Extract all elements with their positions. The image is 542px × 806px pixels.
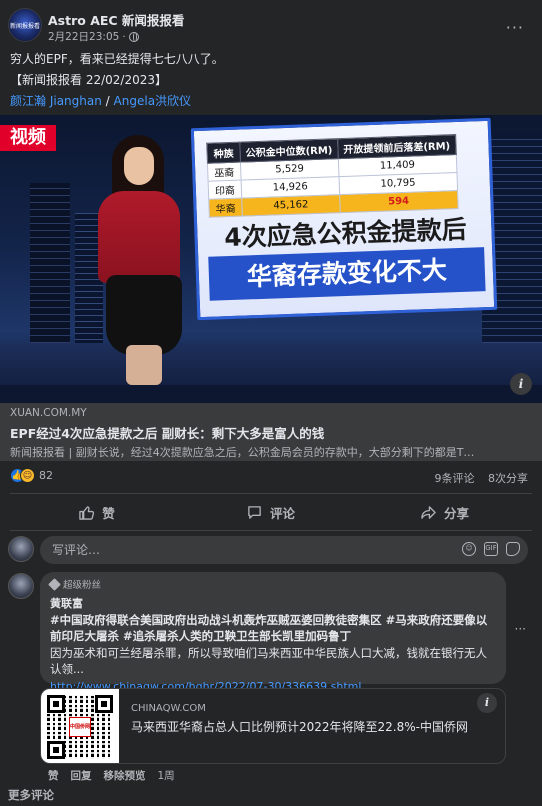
video-badge: 视频 <box>0 125 56 151</box>
tag-separator: / <box>105 94 110 108</box>
comment-input[interactable]: 写评论… <box>40 536 528 564</box>
post-header: 新闻报报看 Astro AEC 新闻报报看 2月22日23:05 · ··· <box>8 8 534 44</box>
page-avatar[interactable]: 新闻报报看 <box>8 8 42 42</box>
share-arrow-icon <box>421 505 436 519</box>
divider <box>10 530 532 531</box>
comment-author[interactable]: 黄联富 <box>50 595 496 611</box>
more-horizontal-icon[interactable]: ··· <box>506 18 524 37</box>
like-label: 赞 <box>102 505 115 521</box>
post-body-line2: 【新闻报报看 22/02/2023】 <box>10 73 167 87</box>
globe-icon <box>128 31 139 42</box>
comment-like-link[interactable]: 赞 <box>48 768 59 783</box>
screen-headline-2: 华裔存款变化不大 <box>208 247 486 301</box>
badge-label: 超级粉丝 <box>63 580 102 591</box>
comment-button[interactable]: 评论 <box>184 497 358 527</box>
link-preview[interactable]: XUAN.COM.MY EPF经过4次应急提款之后 副财长：剩下大多是富人的钱 … <box>0 403 542 461</box>
comment-hashtags[interactable]: #中国政府得联合美国政府出动战斗机轰炸巫贼巫婆回教徒密集区 #马来政府还要像以前… <box>50 613 487 643</box>
comment-more-icon[interactable]: ··· <box>515 622 526 636</box>
page-name[interactable]: Astro AEC 新闻报报看 <box>48 10 184 29</box>
divider <box>10 493 532 494</box>
comment-composer: 写评论… ☺ GIF <box>8 536 528 566</box>
avatar-logo-text: 新闻报报看 <box>9 22 40 30</box>
reaction-count[interactable]: 82 <box>39 469 53 482</box>
thumbs-up-icon <box>79 505 95 520</box>
post-tags: 颜江瀚 Jianghan / Angela洪欣仪 <box>10 91 532 112</box>
table-cell: 巫裔 <box>207 162 242 182</box>
share-button[interactable]: 分享 <box>358 497 532 527</box>
comment-link-preview[interactable]: 中国侨网 CHINAQW.COM 马来西亚华裔占总人口比例预计2022年将降至2… <box>40 688 506 764</box>
table-cell: 印裔 <box>208 180 242 200</box>
post-timestamp[interactable]: 2月22日23:05 <box>48 29 119 44</box>
table-header: 种族 <box>206 142 241 164</box>
video-thumbnail[interactable]: 视频 种族 公积金中位数(RM) 开放提领前后落差(RM) 巫裔 5,529 1… <box>0 115 542 403</box>
user-avatar[interactable] <box>8 536 34 562</box>
news-anchor-figure <box>90 135 200 385</box>
studio-desk <box>0 385 542 403</box>
haha-reaction-icon[interactable]: ☺ <box>20 468 35 483</box>
comment-time[interactable]: 1周 <box>158 768 175 783</box>
top-fan-badge: 超级粉丝 <box>48 577 496 591</box>
facebook-post: 新闻报报看 Astro AEC 新闻报报看 2月22日23:05 · ··· 穷… <box>0 0 542 806</box>
engagement-counts: 9条评论 8次分享 <box>425 470 529 486</box>
link-description: 新闻报报看 | 副财长说，经过4次提款应急之后，公积金局会员的存款中，大部分剩下… <box>10 446 475 459</box>
table-cell: 45,162 <box>241 194 341 217</box>
preview-title[interactable]: 马来西亚华裔占总人口比例预计2022年将降至22.8%-中国侨网 <box>131 719 495 736</box>
epf-table: 种族 公积金中位数(RM) 开放提领前后落差(RM) 巫裔 5,529 11,4… <box>206 134 459 218</box>
qr-logo: 中国侨网 <box>69 717 91 737</box>
table-cell: 华裔 <box>208 198 243 218</box>
studio-screen-graphic: 种族 公积金中位数(RM) 开放提领前后落差(RM) 巫裔 5,529 11,4… <box>190 117 498 321</box>
link-domain: XUAN.COM.MY <box>10 407 87 419</box>
emoji-icon[interactable]: ☺ <box>462 542 476 556</box>
comment-reply-link[interactable]: 回复 <box>71 768 92 783</box>
diamond-badge-icon <box>48 577 61 591</box>
background-building <box>30 183 70 363</box>
share-count[interactable]: 8次分享 <box>488 472 528 485</box>
reaction-summary: 👍☺ 82 9条评论 8次分享 <box>10 468 528 488</box>
tag-link-jianghan[interactable]: 颜江瀚 Jianghan <box>10 94 102 108</box>
more-comments-link[interactable]: 更多评论 <box>8 787 54 803</box>
comment-icon <box>248 505 261 519</box>
commenter-avatar[interactable] <box>8 573 34 599</box>
comment-bubble: 超级粉丝 黄联富 #中国政府得联合美国政府出动战斗机轰炸巫贼巫婆回教徒密集区 #… <box>40 572 506 693</box>
preview-domain: CHINAQW.COM <box>131 703 206 714</box>
comment-text-hashtags: #中国政府得联合美国政府出动战斗机轰炸巫贼巫婆回教徒密集区 #马来政府还要像以前… <box>50 612 496 644</box>
composer-icons: ☺ GIF <box>462 542 520 556</box>
qr-code-image: 中国侨网 <box>41 689 119 763</box>
like-button[interactable]: 赞 <box>10 497 184 527</box>
post-actions: 赞 评论 分享 <box>10 497 532 527</box>
post-body-line1: 穷人的EPF，看来已经提得七七八八了。 <box>10 52 224 66</box>
comment-count[interactable]: 9条评论 <box>435 472 475 485</box>
link-title[interactable]: EPF经过4次应急提款之后 副财长：剩下大多是富人的钱 <box>10 423 532 442</box>
tag-link-angela[interactable]: Angela洪欣仪 <box>114 94 192 108</box>
meta-separator: · <box>122 30 126 43</box>
share-label: 分享 <box>443 505 469 521</box>
post-body: 穷人的EPF，看来已经提得七七八八了。 【新闻报报看 22/02/2023】 颜… <box>10 49 532 112</box>
post-meta: 2月22日23:05 · <box>48 29 139 44</box>
remove-preview-link[interactable]: 移除预览 <box>104 768 146 783</box>
info-icon[interactable]: i <box>510 373 532 395</box>
table-cell: 594 <box>339 190 458 213</box>
comment-label: 评论 <box>269 505 295 521</box>
gif-icon[interactable]: GIF <box>484 542 498 556</box>
sticker-icon[interactable] <box>506 542 520 556</box>
comment-text: 因为巫术和可兰经屠杀罪，所以导致咱们马来西亚中华民族人口大减，钱就在银行无人认领… <box>50 646 487 676</box>
comment-actions: 赞 回复 移除预览 1周 <box>48 768 175 783</box>
info-icon[interactable]: i <box>477 693 497 713</box>
